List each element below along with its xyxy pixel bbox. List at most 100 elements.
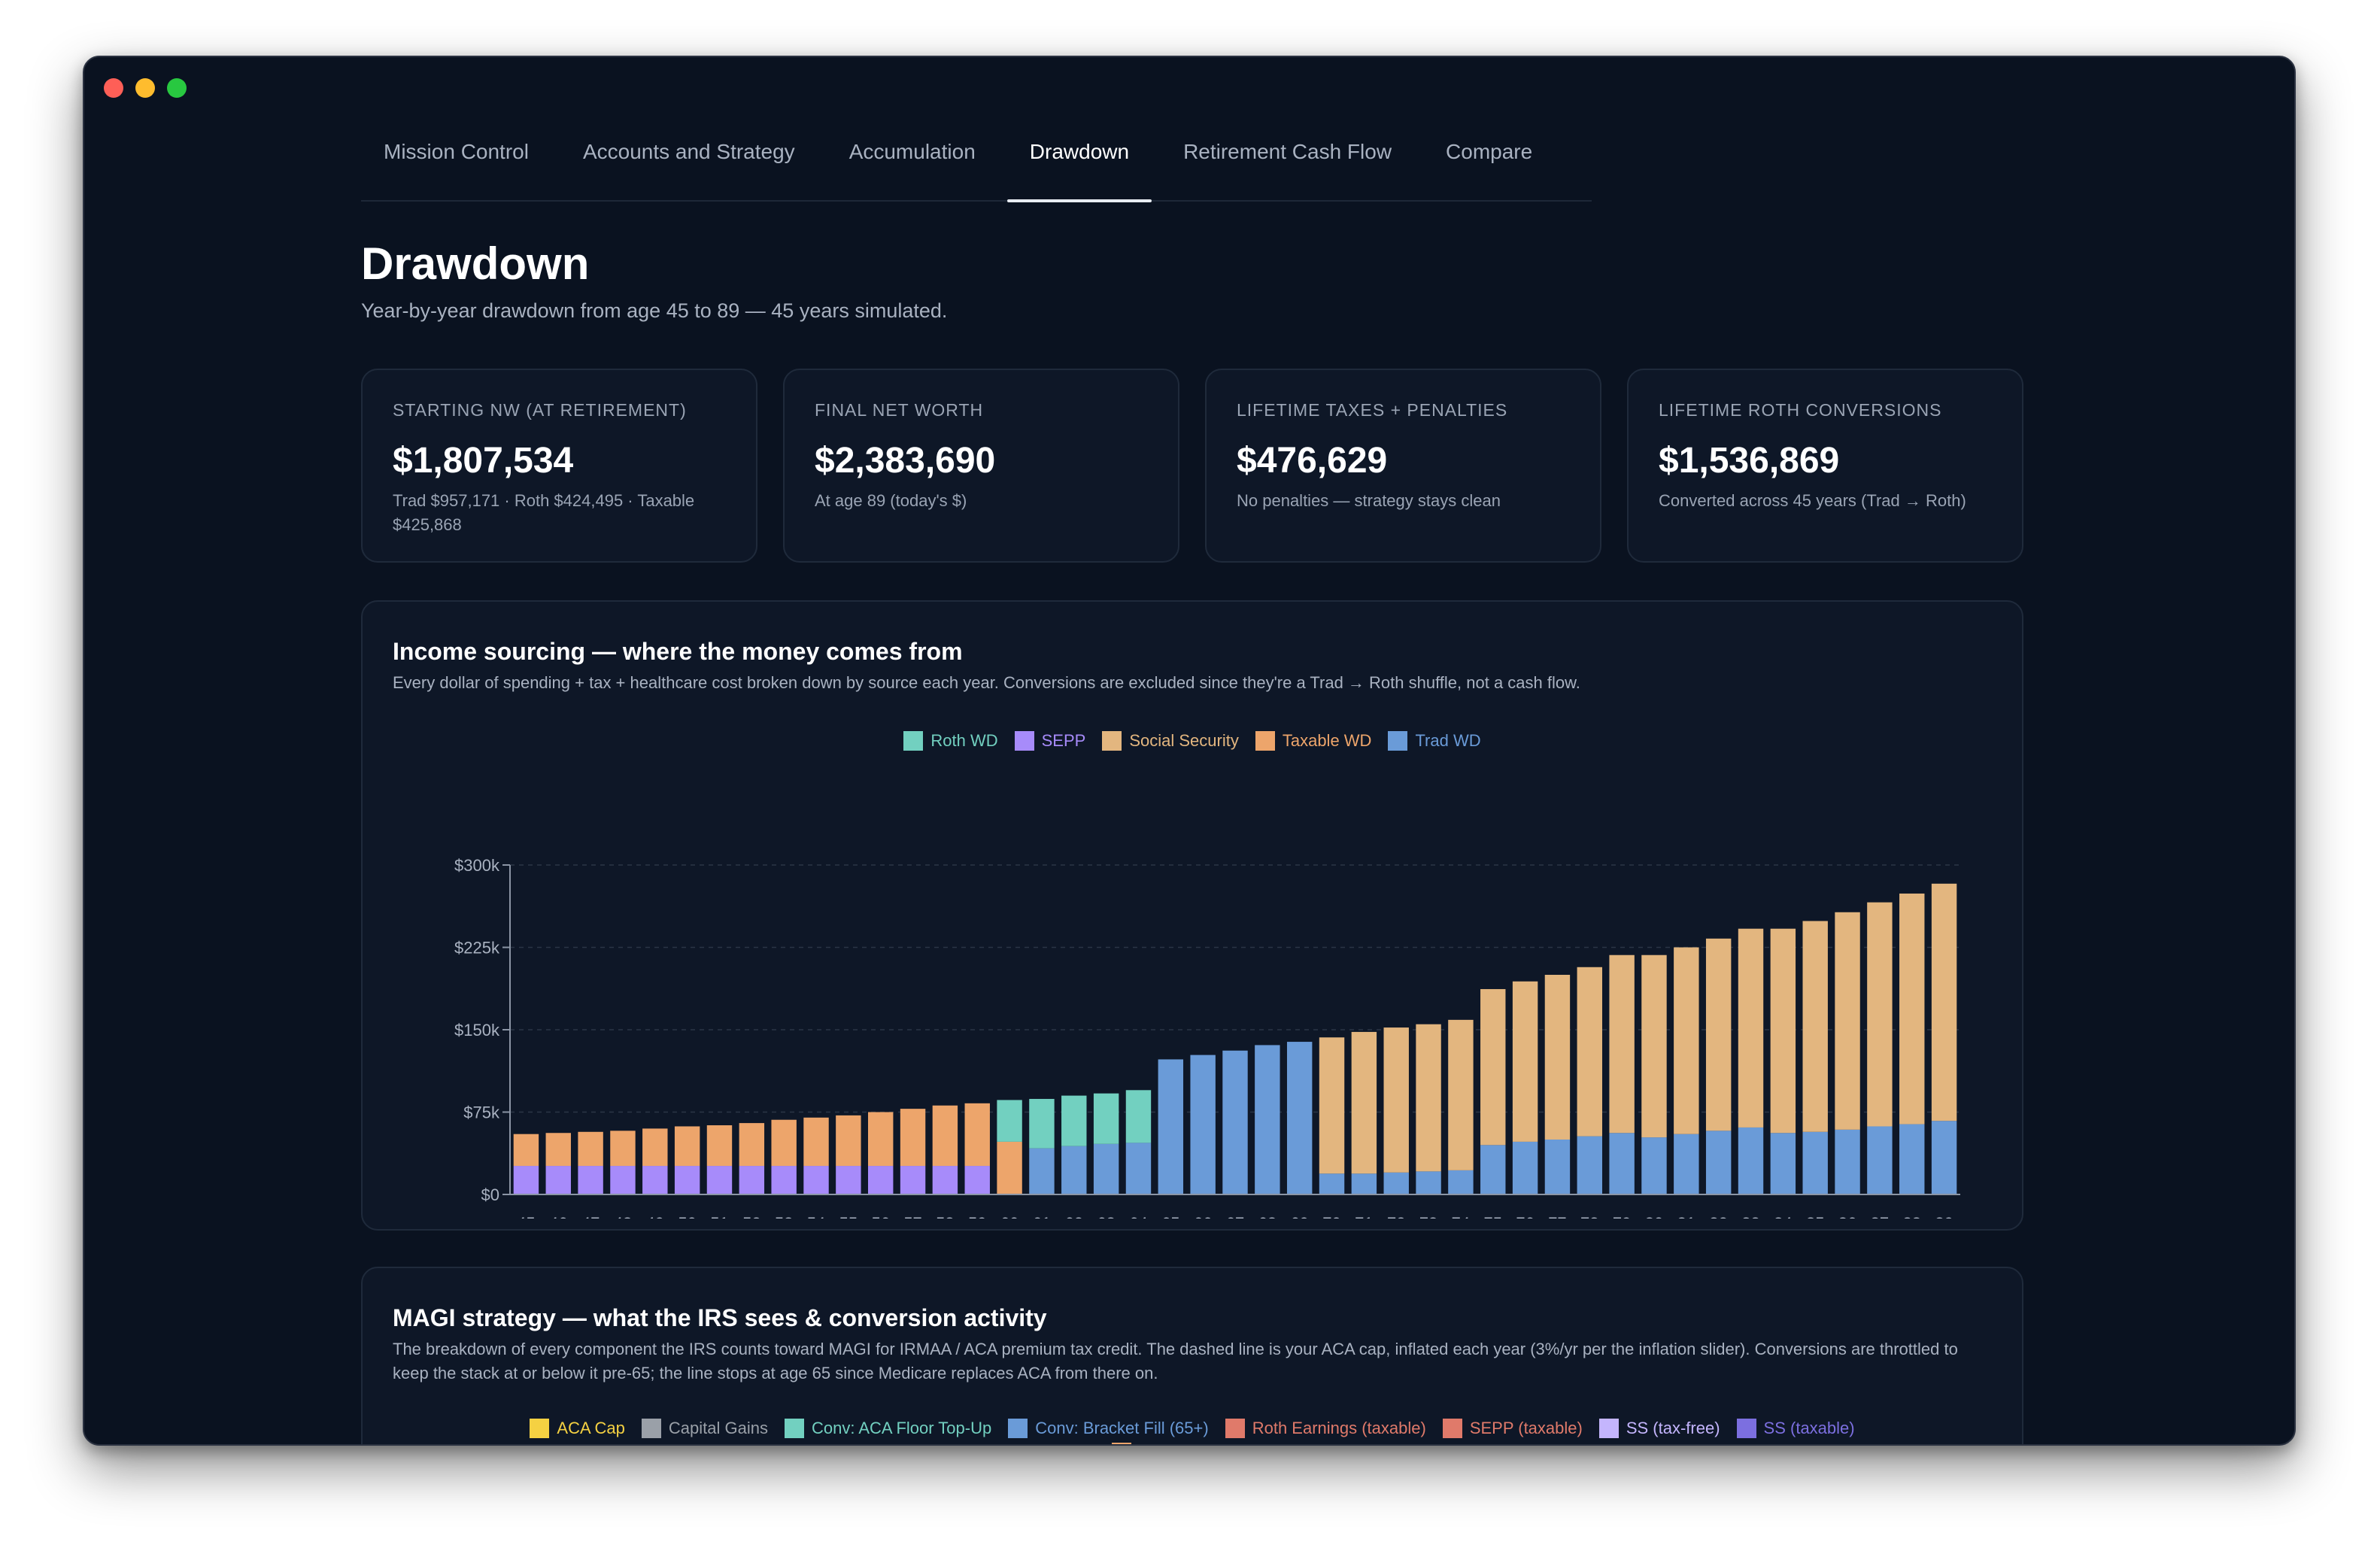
window-controls <box>104 78 187 98</box>
x-tick-label: 80 <box>1645 1214 1663 1219</box>
x-tick-label: 83 <box>1741 1214 1759 1219</box>
legend-item-roth-wd[interactable]: Roth WD <box>903 731 998 751</box>
card-value: $1,807,534 <box>393 441 574 481</box>
legend-swatch <box>1102 731 1122 751</box>
legend-swatch <box>1598 1419 1619 1438</box>
x-tick-label: 89 <box>1935 1214 1953 1219</box>
x-tick-label: 57 <box>903 1214 921 1219</box>
legend-item-aca-cap[interactable]: ACA Cap <box>530 1419 625 1438</box>
bar-trad-wd-age-67 <box>1222 1050 1248 1194</box>
legend-swatch <box>903 731 924 751</box>
x-tick-label: 63 <box>1097 1214 1115 1219</box>
x-tick-label: 87 <box>1871 1214 1889 1219</box>
card-final-net-worth: FINAL NET WORTH $2,383,690 At age 89 (to… <box>783 369 1179 563</box>
bar-sepp-age-56 <box>868 1166 894 1194</box>
income-sourcing-chart: $0 $75k $150k $225k $300k 45 46 47 48 49 50 51 52 53 5… <box>454 856 1960 1219</box>
x-tick-label: 66 <box>1194 1214 1212 1219</box>
tab-mission-control[interactable]: Mission Control <box>361 104 551 200</box>
bar-trad-wd-age-69 <box>1286 1042 1313 1194</box>
bar-roth-wd-age-63 <box>1093 1093 1119 1144</box>
magi-chart-legend: ACA Cap Capital Gains Conv: ACA Floor Top-… <box>453 1419 1932 1444</box>
bar-social-security-age-74 <box>1448 1019 1474 1170</box>
bar-social-security-age-78 <box>1577 967 1602 1137</box>
legend-item-roth-earnings-taxable[interactable]: Roth Earnings (taxable) <box>1225 1419 1426 1438</box>
bar-trad-wd-age-86 <box>1835 1129 1860 1194</box>
bar-trad-wd-age-61 <box>1029 1148 1055 1194</box>
income-chart-legend: Roth WD SEPP Social Security Taxable WD Trad… <box>363 731 2022 751</box>
x-tick-label: 76 <box>1516 1214 1534 1219</box>
bar-trad-wd-age-81 <box>1674 1134 1699 1194</box>
bar-social-security-age-71 <box>1351 1031 1377 1174</box>
legend-label: SS (tax-free) <box>1626 1419 1720 1437</box>
legend-item-conv-aca-floor-top-up[interactable]: Conv: ACA Floor Top-Up <box>784 1419 991 1438</box>
bar-trad-wd-age-64 <box>1125 1143 1152 1194</box>
bar-taxable-wd-age-60 <box>997 1141 1022 1194</box>
income-sourcing-panel: Income sourcing — where the money comes … <box>361 600 2023 1231</box>
legend-item-sepp[interactable]: SEPP <box>1014 731 1085 751</box>
bar-social-security-age-73 <box>1416 1024 1441 1172</box>
tab-drawdown[interactable]: Drawdown <box>1006 104 1152 202</box>
app-window: Mission Control Accounts and Strategy Ac… <box>83 56 2296 1446</box>
bar-trad-wd-age-85 <box>1802 1131 1828 1194</box>
x-tick-label: 74 <box>1452 1214 1470 1219</box>
x-tick-label: 45 <box>517 1214 535 1219</box>
bar-social-security-age-89 <box>1931 883 1957 1121</box>
legend-item-conv-bracket-fill-65[interactable]: Conv: Bracket Fill (65+) <box>1008 1419 1209 1438</box>
bar-sepp-age-46 <box>545 1166 571 1194</box>
bar-trad-wd-age-83 <box>1738 1127 1764 1194</box>
bar-trad-wd-age-72 <box>1383 1172 1409 1194</box>
legend-label: Roth Earnings (taxable) <box>1252 1419 1426 1437</box>
x-tick-label: 58 <box>936 1214 954 1219</box>
bar-sepp-age-47 <box>578 1166 603 1194</box>
legend-item-taxable-wd[interactable]: Taxable WD <box>1255 731 1371 751</box>
legend-swatch <box>1736 1419 1756 1438</box>
legend-label: Conv: Bracket Fill (65+) <box>1035 1419 1209 1437</box>
x-tick-label: 49 <box>646 1214 664 1219</box>
bar-taxable-wd-age-58 <box>932 1105 958 1167</box>
legend-label: Trad WD (taxable) <box>1139 1443 1273 1444</box>
x-tick-label: 54 <box>807 1214 825 1219</box>
tab-retirement-cash-flow[interactable]: Retirement Cash Flow <box>1161 104 1414 200</box>
bar-social-security-age-72 <box>1383 1027 1409 1173</box>
bar-social-security-age-76 <box>1512 981 1538 1142</box>
card-label: LIFETIME ROTH CONVERSIONS <box>1659 400 1942 420</box>
legend-item-social-security[interactable]: Social Security <box>1102 731 1239 751</box>
legend-item-sepp-taxable[interactable]: SEPP (taxable) <box>1442 1419 1583 1438</box>
bar-social-security-age-84 <box>1770 928 1796 1134</box>
bar-sepp-age-48 <box>610 1166 636 1194</box>
close-window-button[interactable] <box>104 78 123 98</box>
minimize-window-button[interactable] <box>135 78 155 98</box>
card-value: $476,629 <box>1237 441 1388 481</box>
bar-trad-wd-age-66 <box>1190 1055 1216 1194</box>
y-tick-label: $150k <box>454 1021 500 1040</box>
x-tick-label: 73 <box>1419 1214 1437 1219</box>
legend-item-trad-wd[interactable]: Trad WD <box>1388 731 1481 751</box>
bar-taxable-wd-age-57 <box>900 1109 926 1167</box>
x-tick-label: 67 <box>1226 1214 1244 1219</box>
bar-social-security-age-85 <box>1802 921 1828 1132</box>
bar-taxable-wd-age-55 <box>836 1115 861 1167</box>
legend-item-trad-wd-taxable[interactable]: Trad WD (taxable) <box>1111 1443 1273 1444</box>
x-tick-label: 51 <box>710 1214 728 1219</box>
tab-accumulation[interactable]: Accumulation <box>827 104 998 200</box>
bar-trad-wd-age-75 <box>1480 1145 1506 1194</box>
bar-taxable-wd-age-54 <box>803 1117 829 1167</box>
tab-compare[interactable]: Compare <box>1423 104 1555 200</box>
card-lifetime-taxes: LIFETIME TAXES + PENALTIES $476,629 No p… <box>1205 369 1601 563</box>
legend-item-ss-taxable[interactable]: SS (taxable) <box>1736 1419 1855 1438</box>
legend-label: SEPP (taxable) <box>1469 1419 1583 1437</box>
bar-roth-wd-age-64 <box>1125 1090 1152 1143</box>
card-label: LIFETIME TAXES + PENALTIES <box>1237 400 1508 420</box>
bar-social-security-age-81 <box>1674 947 1699 1134</box>
legend-swatch <box>1225 1419 1245 1438</box>
bar-taxable-wd-age-51 <box>706 1125 733 1167</box>
x-tick-label: 88 <box>1902 1214 1920 1219</box>
legend-item-capital-gains[interactable]: Capital Gains <box>641 1419 768 1438</box>
y-tick-label: $0 <box>481 1185 499 1204</box>
tab-accounts-and-strategy[interactable]: Accounts and Strategy <box>560 104 818 200</box>
legend-item-ss-tax-free[interactable]: SS (tax-free) <box>1598 1419 1720 1438</box>
x-tick-label: 79 <box>1613 1214 1631 1219</box>
zoom-window-button[interactable] <box>167 78 187 98</box>
bar-sepp-age-59 <box>964 1166 990 1194</box>
bar-taxable-wd-age-56 <box>868 1112 894 1167</box>
